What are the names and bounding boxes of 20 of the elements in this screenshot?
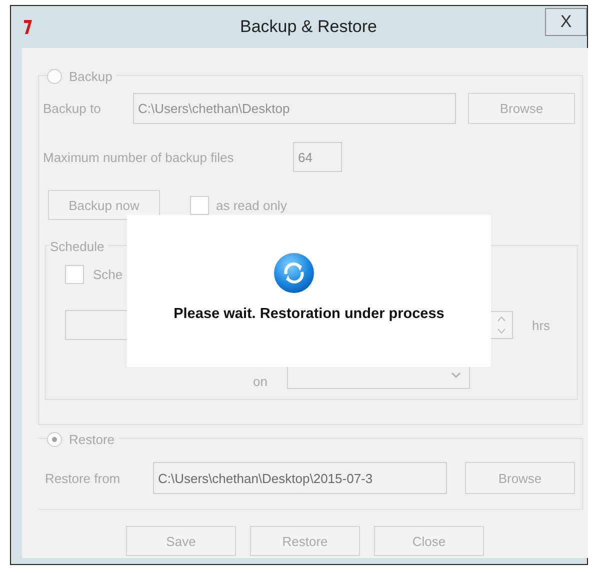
backup-label: Backup [69, 68, 112, 84]
schedule-label: Schedule [50, 238, 104, 254]
hours-label: hrs [532, 318, 550, 332]
backup-radio[interactable] [47, 68, 62, 84]
restore-from-label: Restore from [45, 470, 122, 486]
close-button[interactable]: X [545, 8, 587, 36]
refresh-icon [273, 252, 315, 294]
max-backup-files-label: Maximum number of backup files [43, 150, 235, 164]
schedule-checkbox-label: Sche [93, 266, 123, 282]
restore-radio[interactable] [47, 432, 62, 446]
app-logo-icon [24, 19, 32, 35]
backup-to-label: Backup to [43, 101, 102, 116]
on-label: on [253, 373, 268, 389]
window-title: Backup & Restore [238, 17, 378, 37]
read-only-label: as read only [216, 198, 287, 212]
spinner-arrows-icon[interactable] [490, 311, 513, 339]
progress-message: Please wait. Restoration under process [174, 306, 444, 322]
schedule-checkbox[interactable] [65, 264, 84, 284]
chevron-down-icon [451, 372, 461, 378]
restore-label: Restore [69, 432, 115, 446]
